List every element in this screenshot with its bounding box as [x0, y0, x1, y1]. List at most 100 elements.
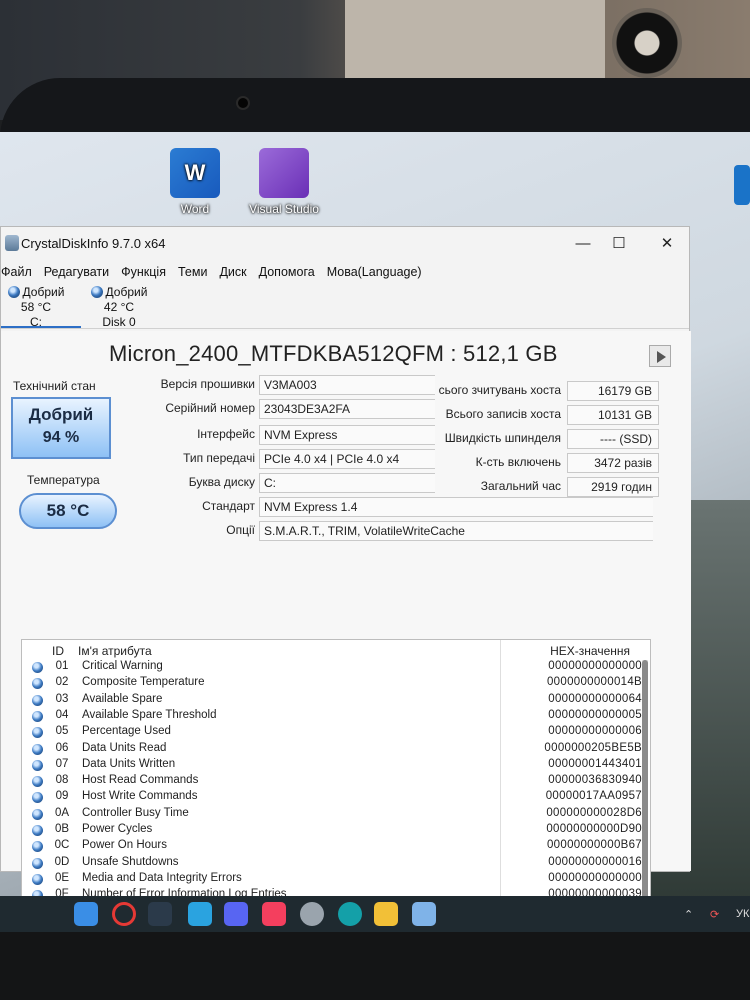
smart-row[interactable]: 0E Media and Data Integrity Errors 0000000… — [22, 872, 642, 888]
attribute-id: 04 — [55, 708, 69, 721]
disk-tab-disk0[interactable]: Добрий 42 °C Disk 0 — [79, 285, 159, 330]
status-good-icon — [32, 678, 43, 690]
desktop-icon-word[interactable]: W Word — [165, 148, 225, 216]
title-bar[interactable]: CrystalDiskInfo 9.7.0 x64 — ☐ ✕ — [1, 227, 689, 261]
header-hex-value[interactable]: HEX-значення — [550, 644, 630, 658]
attribute-name: Host Write Commands — [82, 790, 198, 803]
attribute-name: Power On Hours — [82, 839, 168, 852]
attribute-name: Host Read Commands — [82, 774, 199, 787]
smart-row[interactable]: 0A Controller Busy Time 000000000028D6 — [22, 807, 642, 823]
smart-row[interactable]: 08 Host Read Commands 00000036830940 — [22, 774, 642, 790]
smart-row[interactable]: 05 Percentage Used 00000000000006 — [22, 725, 642, 741]
attribute-name: Available Spare — [82, 692, 163, 705]
attribute-name: Power Cycles — [82, 823, 153, 835]
status-good-icon — [32, 841, 43, 853]
menu-edit[interactable]: Редагувати — [44, 265, 109, 279]
options-value: S.M.A.R.T., TRIM, VolatileWriteCache — [259, 521, 653, 541]
menu-function[interactable]: Функція — [121, 265, 166, 279]
smart-row[interactable]: 02 Composite Temperature 0000000000014B — [22, 676, 642, 692]
smart-row[interactable]: 0C Power On Hours 00000000000B67 — [22, 839, 642, 855]
status-good-icon — [32, 825, 43, 836]
health-status-box[interactable]: Добрий 94 % — [11, 397, 111, 459]
word-icon: W — [170, 148, 220, 198]
desk-surface — [0, 932, 750, 1000]
maximize-button[interactable]: ☐ — [599, 233, 639, 255]
health-percent: 94 % — [42, 429, 80, 446]
active-tab-indicator — [1, 326, 81, 328]
taskbar: ⌃ ⟳ УК — [0, 896, 750, 932]
temperature-value[interactable]: 58 °C — [19, 493, 117, 529]
status-good-icon — [32, 759, 43, 771]
language-indicator[interactable]: УК — [736, 908, 749, 920]
serial-label: Серійний номер — [165, 401, 255, 415]
edge-desktop-icon[interactable] — [734, 165, 750, 205]
attribute-hex-value: 00000000000005 — [548, 708, 642, 721]
power-on-hours-label: Загальний час — [480, 479, 561, 493]
visual-studio-icon — [259, 148, 309, 198]
menu-disk[interactable]: Диск — [219, 265, 246, 279]
status-good-icon — [32, 776, 43, 788]
disk-tab-c[interactable]: Добрий 58 °C C: — [1, 285, 71, 330]
menu-themes[interactable]: Теми — [178, 265, 207, 279]
crystaldiskinfo-window: CrystalDiskInfo 9.7.0 x64 — ☐ ✕ Файл Ред… — [0, 226, 691, 957]
edge-icon[interactable] — [338, 902, 362, 926]
attribute-hex-value: 00000036830940 — [548, 774, 642, 787]
next-disk-button[interactable] — [649, 345, 671, 367]
menu-help[interactable]: Допомога — [259, 265, 315, 279]
health-label: Технічний стан — [13, 379, 96, 393]
menu-language[interactable]: Мова(Language) — [327, 265, 422, 279]
opera-icon[interactable] — [112, 902, 136, 926]
settings-icon[interactable] — [300, 902, 324, 926]
smart-header-row: ID Ім'я атрибута HEX-значення — [22, 640, 650, 660]
desktop-icon-label: Word — [180, 202, 210, 216]
smart-row[interactable]: 01 Critical Warning 00000000000000 — [22, 660, 642, 676]
attribute-hex-value: 0000000205BE5B — [544, 741, 642, 754]
attribute-hex-value: 0000000000014B — [546, 676, 642, 689]
menu-bar: Файл Редагувати Функція Теми Диск Допомо… — [1, 261, 689, 283]
attribute-id: 0C — [54, 839, 70, 852]
attribute-id: 08 — [55, 774, 69, 787]
smart-row[interactable]: 06 Data Units Read 0000000205BE5B — [22, 742, 642, 758]
minimize-button[interactable]: — — [563, 233, 603, 255]
attribute-hex-value: 00000000000006 — [548, 725, 642, 738]
attribute-id: 0B — [54, 823, 70, 835]
menu-file[interactable]: Файл — [1, 265, 32, 279]
header-attribute-name[interactable]: Ім'я атрибута — [78, 644, 152, 658]
smart-row[interactable]: 0D Unsafe Shutdowns 00000000000016 — [22, 856, 642, 872]
attribute-hex-value: 00000017AA0957 — [545, 790, 642, 803]
standard-label: Стандарт — [202, 499, 255, 513]
temperature-label: Температура — [27, 473, 100, 487]
smart-row[interactable]: 0B Power Cycles 00000000000D90 — [22, 823, 642, 839]
music-icon[interactable] — [262, 902, 286, 926]
attribute-hex-value: 00000000000016 — [548, 855, 642, 868]
speaker — [612, 8, 682, 78]
tray-chevron-icon[interactable]: ⌃ — [684, 908, 693, 921]
desktop-icon-visual-studio[interactable]: Visual Studio — [244, 148, 324, 216]
attribute-name: Available Spare Threshold — [82, 708, 217, 721]
close-button[interactable]: ✕ — [647, 233, 687, 255]
standard-value: NVM Express 1.4 — [259, 497, 653, 517]
health-status: Добрий — [28, 405, 94, 424]
telegram-icon[interactable] — [188, 902, 212, 926]
steam-icon[interactable] — [148, 902, 172, 926]
status-good-icon — [32, 694, 43, 706]
crystaldiskinfo-taskbar-icon[interactable] — [412, 902, 436, 926]
header-id[interactable]: ID — [52, 644, 64, 658]
disk-temp: 42 °C — [103, 300, 135, 314]
smart-row[interactable]: 04 Available Spare Threshold 0000000000000… — [22, 709, 642, 725]
attribute-hex-value: 00000000000B67 — [546, 839, 642, 852]
attribute-id: 09 — [55, 790, 69, 803]
smart-row[interactable]: 09 Host Write Commands 00000017AA0957 — [22, 790, 642, 806]
start-icon[interactable] — [74, 902, 98, 926]
smart-row[interactable]: 07 Data Units Written 00000001443401 — [22, 758, 642, 774]
attribute-hex-value: 00000000000000 — [548, 871, 642, 884]
disk-tabs: Добрий 58 °C C: Добрий 42 °C Disk 0 — [1, 283, 689, 329]
file-explorer-icon[interactable] — [374, 902, 398, 926]
discord-icon[interactable] — [224, 902, 248, 926]
drive-panel: Micron_2400_MTFDKBA512QFM : 512,1 GB Тех… — [1, 331, 691, 957]
attribute-id: 06 — [55, 741, 69, 754]
app-icon — [5, 235, 19, 251]
tray-sync-icon[interactable]: ⟳ — [710, 908, 719, 921]
smart-row[interactable]: 03 Available Spare 00000000000064 — [22, 693, 642, 709]
status-good-icon — [7, 286, 20, 298]
